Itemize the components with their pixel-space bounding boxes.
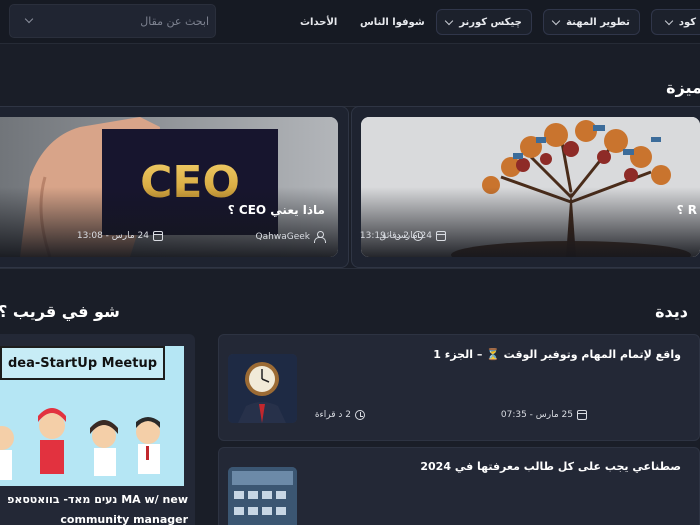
- event-title-line2[interactable]: community manager: [60, 513, 188, 525]
- featured-card-title-2[interactable]: R ؟: [677, 203, 697, 217]
- featured-card-overlay: [361, 187, 700, 257]
- event-title-line1[interactable]: נעים מאד- בוואטסאפ MA w/ new: [7, 493, 188, 506]
- classroom-image: [228, 467, 297, 525]
- chevron-down-icon: [444, 16, 454, 25]
- clock-icon: [413, 231, 423, 241]
- article-card[interactable]: واقع لإتمام المهام وتوفير الوقت ⏳ – الجز…: [218, 334, 700, 441]
- clock-icon: [355, 410, 365, 420]
- top-navigation: كود تطوير المهنة چيكس كورنر شوفوا الناس …: [0, 0, 700, 44]
- article-reading-time: 2 د قراءة: [315, 410, 365, 420]
- featured-card-author[interactable]: QahwaGeek: [255, 231, 326, 243]
- featured-section-title: ميزة: [666, 78, 700, 97]
- chevron-down-icon: [551, 16, 561, 25]
- featured-card-date: 24 مارس - 13:08: [77, 231, 163, 241]
- latest-section-title: ديدة: [655, 302, 688, 321]
- nav-dropdown-code[interactable]: كود: [651, 9, 700, 35]
- nav-label-code: كود: [678, 16, 697, 28]
- article-thumbnail-2: [228, 467, 297, 525]
- article-thumbnail: [228, 354, 297, 423]
- chevron-down-icon[interactable]: [24, 14, 34, 24]
- nav-dropdown-geeks-corner[interactable]: چيكس كورنر: [436, 9, 532, 35]
- nearby-section-title: شو في قريب ؟: [0, 302, 120, 321]
- date-text: 24 مارس - 13:08: [76, 231, 149, 241]
- author-name: QahwaGeek: [255, 231, 310, 242]
- date-text: 25 مارس - 07:35: [500, 410, 573, 420]
- event-banner: dea-StartUp Meetup: [0, 346, 165, 380]
- reading-time-text: 2 دقائق: [379, 231, 409, 241]
- article-card-2[interactable]: صطناعي يجب على كل طالب معرفتها في 2024: [218, 447, 700, 525]
- search-box[interactable]: [9, 4, 216, 38]
- search-input[interactable]: [44, 5, 209, 37]
- nav-label-career: تطوير المهنة: [566, 16, 630, 28]
- calendar-icon: [577, 410, 587, 420]
- reading-time-text: 2 د قراءة: [314, 410, 351, 420]
- featured-card-title[interactable]: ماذا يعني CEO ؟: [228, 203, 325, 217]
- clock-head-image: [228, 354, 297, 423]
- featured-card-reading-time-2: 2 دقائق: [379, 231, 423, 241]
- chevron-down-icon: [664, 16, 674, 25]
- nav-dropdown-career[interactable]: تطوير المهنة: [543, 9, 640, 35]
- calendar-icon: [436, 231, 446, 241]
- featured-card-overlay: [0, 187, 338, 257]
- user-icon: [314, 231, 326, 243]
- calendar-icon: [153, 231, 163, 241]
- nav-label-geeks-corner: چيكس كورنر: [459, 16, 522, 28]
- nav-link-events[interactable]: الأحداث: [300, 9, 337, 35]
- article-title-2[interactable]: صطناعي يجب على كل طالب معرفتها في 2024: [420, 460, 681, 473]
- article-date: 25 مارس - 07:35: [501, 410, 587, 420]
- nav-link-see-people[interactable]: شوفوا الناس: [360, 9, 425, 35]
- article-title[interactable]: واقع لإتمام المهام وتوفير الوقت ⏳ – الجز…: [433, 348, 681, 361]
